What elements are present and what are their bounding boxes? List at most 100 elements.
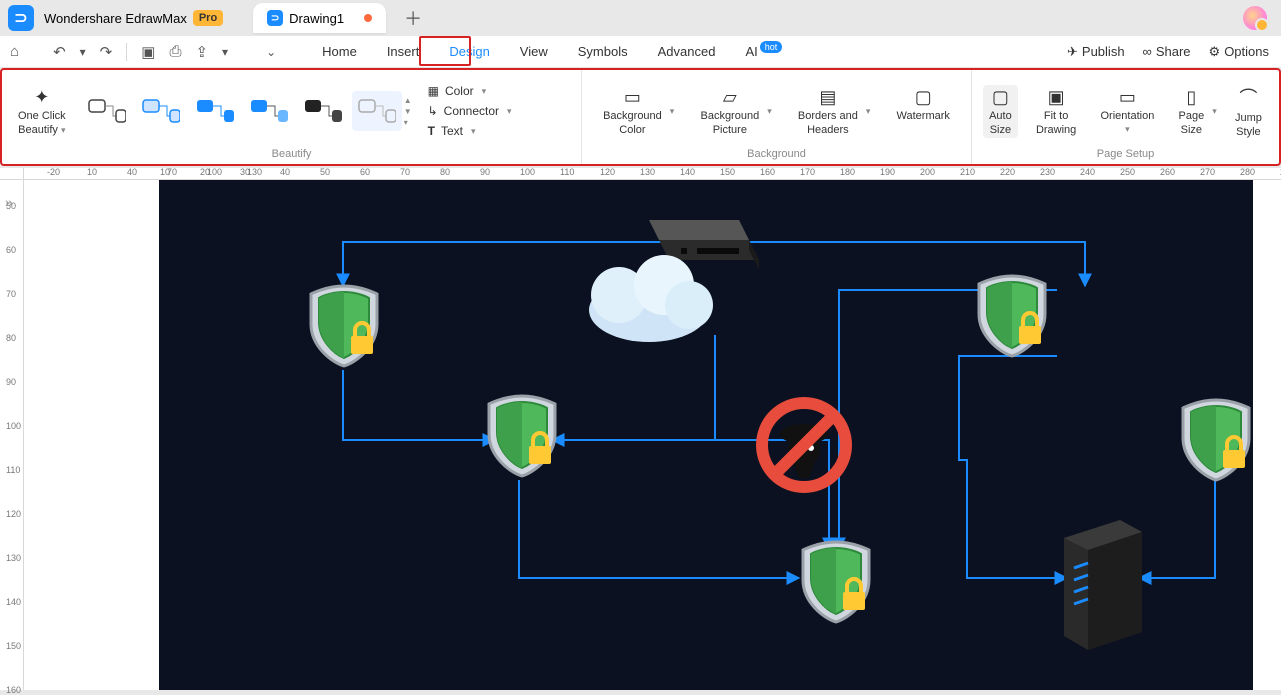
shield-top-right[interactable] [979, 276, 1045, 356]
connector-menu[interactable]: ↳Connector▾ [428, 102, 512, 120]
print-button[interactable]: ⎙ [169, 43, 181, 60]
cloud-icon[interactable] [589, 255, 713, 342]
borders-headers-button[interactable]: ▤ Borders and Headers [792, 85, 864, 138]
home-icon[interactable]: ⌂ [10, 43, 19, 60]
style-swatch-2[interactable] [136, 91, 186, 131]
autosize-icon: ▢ [992, 87, 1009, 108]
group-label-page-setup: Page Setup [982, 148, 1269, 162]
ribbon-group-page-setup: ▢ Auto Size ▣ Fit to Drawing ▭ Orientati… [972, 70, 1279, 164]
share-button[interactable]: ∞Share [1143, 44, 1191, 59]
main-menu: Home Insert Design View Symbols Advanced… [320, 38, 784, 65]
auto-size-button[interactable]: ▢ Auto Size [983, 85, 1018, 138]
horizontal-ruler: 10-2010407010013010203040506070809010011… [0, 168, 1281, 180]
vertical-ruler: 5060708090100110120130140150160 [0, 180, 24, 690]
style-swatch-3[interactable] [190, 91, 240, 131]
undo-dropdown[interactable]: ▾ [80, 45, 86, 59]
menu-home[interactable]: Home [320, 38, 359, 65]
customize-qat[interactable]: ⌄ [266, 45, 276, 59]
work-area: 10-2010407010013010203040506070809010011… [0, 168, 1281, 690]
bg-pic-drop[interactable]: ▾ [767, 106, 772, 117]
paint-icon: ▭ [624, 87, 641, 108]
menu-ai[interactable]: AIhot [743, 38, 784, 65]
no-spy-icon[interactable] [762, 403, 846, 487]
document-tab-label: Drawing1 [289, 11, 344, 26]
save-button[interactable]: ▣ [141, 43, 155, 61]
sparkle-icon: ✦ [34, 87, 49, 108]
ruler-corner [0, 168, 24, 180]
group-label-beautify: Beautify [12, 148, 571, 162]
shield-top-left[interactable] [311, 286, 377, 366]
server-icon[interactable] [1064, 520, 1142, 650]
style-swatch-6[interactable] [352, 91, 402, 131]
fit-icon: ▣ [1048, 87, 1065, 108]
right-actions: ✈Publish ∞Share ⚙Options [1067, 44, 1269, 60]
one-click-beautify-button[interactable]: ✦ One Click Beautify ▾ [12, 85, 72, 138]
menu-design[interactable]: Design [447, 38, 491, 65]
jump-icon: ⌒ [1239, 84, 1257, 110]
orientation-button[interactable]: ▭ Orientation ▾ [1095, 85, 1161, 137]
menu-ai-label: AI [745, 44, 757, 59]
bh-drop[interactable]: ▾ [866, 106, 871, 117]
title-bar: ⊃ Wondershare EdrawMax Pro ⊃ Drawing1 ＋ [0, 0, 1281, 36]
shield-bottom-center[interactable] [803, 542, 869, 622]
document-tab[interactable]: ⊃ Drawing1 [253, 3, 386, 33]
send-icon: ✈ [1067, 44, 1078, 60]
ribbon-group-beautify: ✦ One Click Beautify ▾ [2, 70, 582, 164]
page-margin-left [24, 180, 159, 690]
picture-icon: ▱ [723, 87, 737, 108]
swatch-spin-more[interactable]: ▾ [404, 118, 412, 127]
page-size-drop[interactable]: ▾ [1212, 106, 1217, 117]
user-avatar[interactable] [1243, 6, 1267, 30]
pagesize-icon: ▯ [1186, 87, 1196, 108]
connector-icon: ↳ [428, 104, 438, 118]
quick-access-toolbar: ⌂ ↶ ▾ ↷ ▣ ⎙ ⇪ ▾ ⌄ Home Insert Design Vie… [0, 36, 1281, 68]
style-swatch-5[interactable] [298, 91, 348, 131]
background-color-button[interactable]: ▭ Background Color [597, 85, 668, 138]
background-picture-button[interactable]: ▱ Background Picture [694, 85, 765, 138]
swatch-spin-down[interactable]: ▼ [404, 107, 412, 116]
style-swatch-1[interactable] [82, 91, 132, 131]
hot-badge: hot [760, 41, 783, 53]
app-title: Wondershare EdrawMax [44, 11, 187, 26]
expand-panel-icon[interactable]: » [5, 194, 13, 210]
ribbon: ✦ One Click Beautify ▾ [0, 68, 1281, 166]
text-menu[interactable]: TText▾ [428, 122, 512, 140]
options-button[interactable]: ⚙Options [1209, 44, 1269, 60]
group-label-background: Background [592, 148, 961, 162]
publish-button[interactable]: ✈Publish [1067, 44, 1125, 60]
menu-advanced[interactable]: Advanced [656, 38, 718, 65]
tab-logo-icon: ⊃ [267, 10, 283, 26]
swatch-spin-up[interactable]: ▲ [404, 96, 412, 105]
menu-symbols[interactable]: Symbols [576, 38, 630, 65]
grid-icon: ▦ [428, 84, 439, 98]
redo-button[interactable]: ↷ [100, 43, 113, 61]
share-icon: ∞ [1143, 44, 1152, 59]
watermark-icon: ▢ [915, 87, 932, 108]
fit-drawing-button[interactable]: ▣ Fit to Drawing [1030, 85, 1082, 138]
menu-insert[interactable]: Insert [385, 38, 422, 65]
pro-badge: Pro [193, 10, 223, 26]
export-button[interactable]: ⇪ [195, 43, 208, 61]
export-dropdown[interactable]: ▾ [222, 45, 228, 59]
diagram-svg [159, 180, 1253, 690]
jump-style-button[interactable]: ⌒ Jump Style [1229, 82, 1268, 140]
text-icon: T [428, 124, 435, 138]
watermark-button[interactable]: ▢ Watermark [891, 85, 956, 138]
menu-view[interactable]: View [518, 38, 550, 65]
shield-right[interactable] [1183, 400, 1249, 480]
app-logo-icon: ⊃ [8, 5, 34, 31]
style-swatch-4[interactable] [244, 91, 294, 131]
page-icon: ▤ [819, 87, 836, 108]
new-tab-button[interactable]: ＋ [404, 5, 422, 31]
color-menu[interactable]: ▦Color▾ [428, 82, 512, 100]
page-size-button[interactable]: ▯ Page Size [1173, 85, 1211, 138]
undo-button[interactable]: ↶ [53, 43, 66, 61]
canvas-area[interactable] [24, 180, 1281, 690]
unsaved-dot-icon [364, 14, 372, 22]
shield-center[interactable] [489, 396, 555, 476]
drawing-canvas[interactable] [159, 180, 1253, 690]
orientation-icon: ▭ [1119, 87, 1136, 108]
bg-color-drop[interactable]: ▾ [670, 106, 675, 117]
gear-icon: ⚙ [1209, 44, 1221, 60]
ribbon-group-background: ▭ Background Color ▾ ▱ Background Pictur… [582, 70, 972, 164]
